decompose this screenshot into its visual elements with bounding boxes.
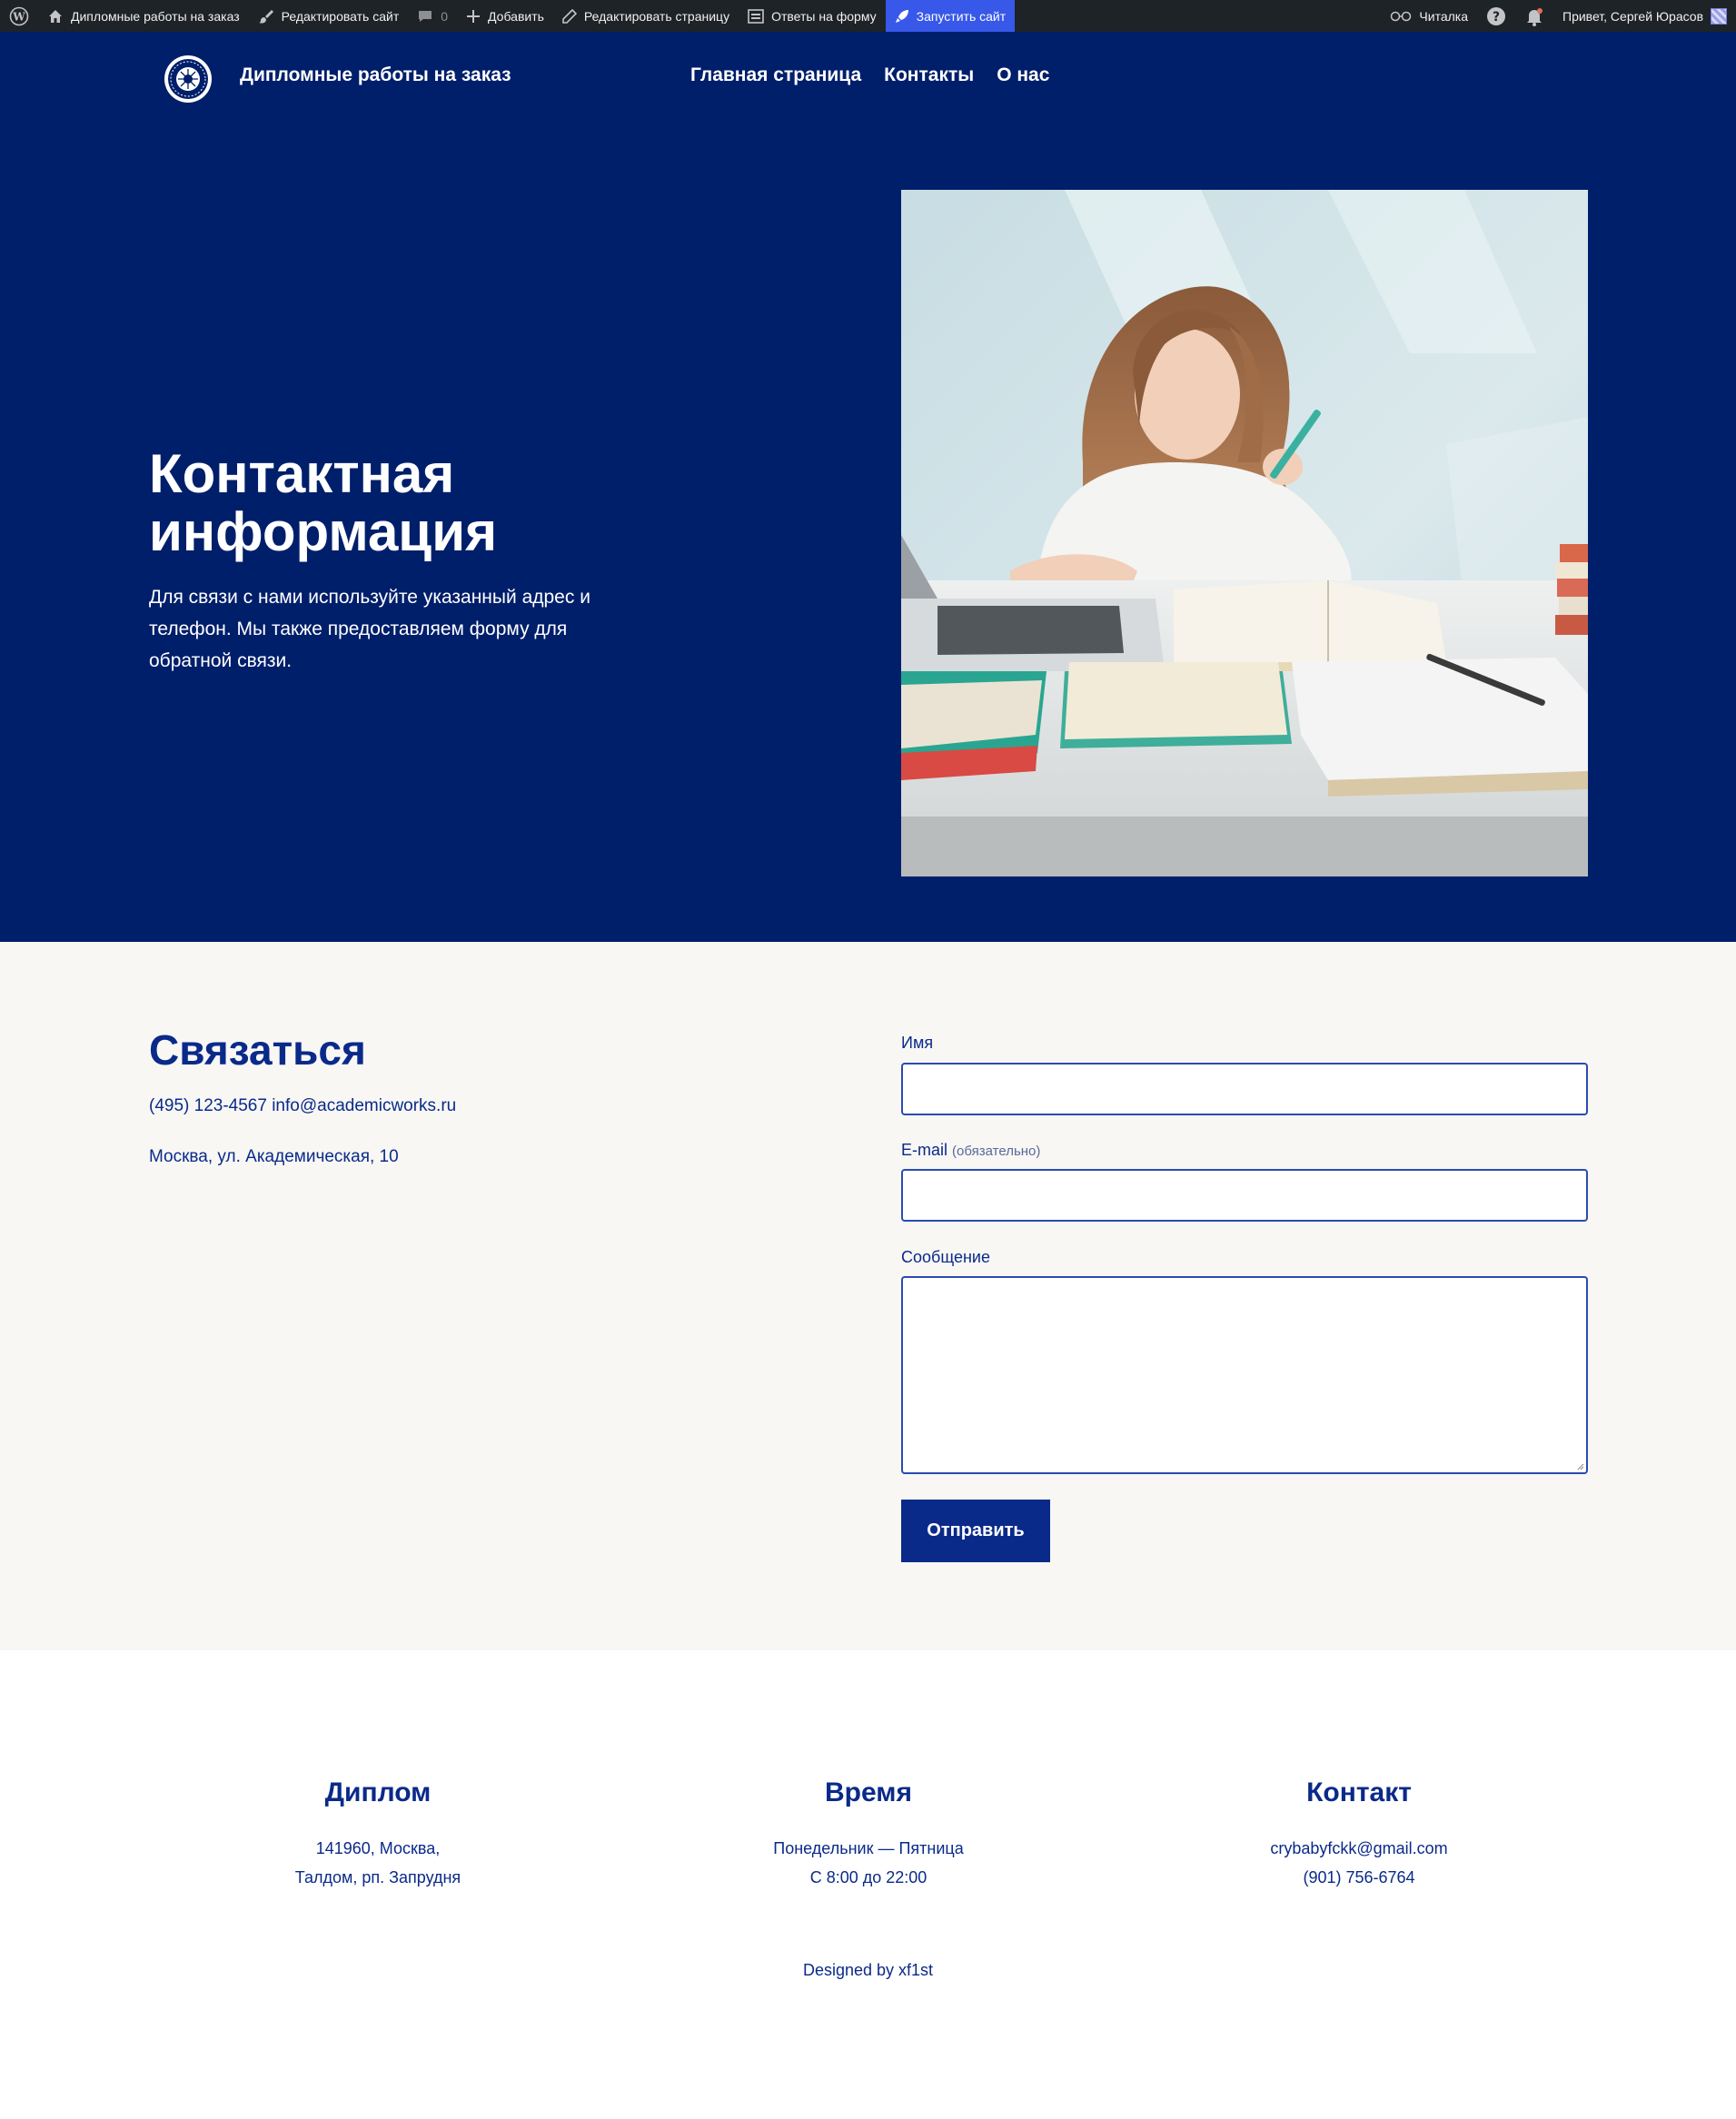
svg-text:W: W (12, 10, 25, 23)
footer-diploma-line2: Талдом, рп. Запрудня (294, 1868, 461, 1886)
footer-contact-email[interactable]: crybabyfckk@gmail.com (1132, 1834, 1586, 1863)
message-label: Сообщение (901, 1248, 990, 1266)
greeting-label: Привет, Сергей Юрасов (1562, 8, 1703, 24)
contact-phone-email: (495) 123-4567 info@academicworks.ru (149, 1096, 457, 1115)
glasses-icon (1391, 11, 1412, 21)
footer-time-line2: С 8:00 до 22:00 (809, 1868, 928, 1886)
hero-image (901, 190, 1588, 876)
comments-count: 0 (441, 8, 449, 24)
comment-icon (419, 10, 432, 22)
help-button[interactable]: ? (1477, 0, 1515, 32)
site-name-label: Дипломные работы на заказ (71, 8, 240, 24)
email-field[interactable] (901, 1169, 1588, 1222)
reader-label: Читалка (1419, 8, 1469, 24)
admin-bar-secondary: Читалка ? Привет, Сергей Юрасов (1381, 0, 1736, 32)
notifications-button[interactable] (1515, 0, 1553, 32)
edit-page-label: Редактировать страницу (583, 8, 730, 24)
form-responses-label: Ответы на форму (771, 8, 877, 24)
feedback-icon (748, 8, 764, 24)
footer-diploma-title: Диплом (324, 1777, 432, 1807)
contact-section: Связаться (495) 123-4567 info@academicwo… (0, 942, 1736, 1650)
form-responses-button[interactable]: Ответы на форму (739, 0, 886, 32)
svg-text:?: ? (1493, 10, 1500, 25)
nav-about[interactable]: О нас (997, 64, 1049, 86)
site-logo-icon[interactable] (164, 54, 213, 104)
contact-address: Москва, ул. Академическая, 10 (149, 1147, 399, 1166)
add-new-button[interactable]: Добавить (457, 0, 553, 32)
wordpress-logo-button[interactable]: W (0, 0, 38, 32)
footer-time-title: Время (825, 1777, 912, 1807)
pencil-icon (562, 8, 577, 24)
email-label: E-mail (901, 1141, 948, 1159)
nav-home[interactable]: Главная страница (690, 64, 861, 86)
hero-title: Контактная информация (149, 443, 498, 562)
account-menu[interactable]: Привет, Сергей Юрасов (1553, 0, 1736, 32)
footer-column-diploma: Диплом 141960, Москва, Талдом, рп. Запру… (151, 1777, 605, 1892)
home-icon (49, 9, 62, 23)
student-studying-illustration (901, 190, 1588, 876)
contact-heading: Связаться (149, 1026, 366, 1074)
brush-icon (258, 9, 273, 24)
email-label-wrapper: E-mail (обязательно) (901, 1141, 1040, 1160)
footer-time-line1: Понедельник — Пятница (773, 1839, 964, 1857)
site-title[interactable]: Дипломные работы на заказ (240, 64, 511, 86)
rocket-icon (895, 9, 908, 23)
add-new-label: Добавить (488, 8, 544, 24)
edit-page-button[interactable]: Редактировать страницу (553, 0, 739, 32)
bell-icon (1527, 7, 1543, 26)
edit-site-label: Редактировать сайт (281, 8, 400, 24)
edit-site-button[interactable]: Редактировать сайт (249, 0, 409, 32)
footer-credit: Designed by xf1st (802, 1961, 934, 1979)
resize-handle-icon[interactable] (1575, 1461, 1584, 1470)
footer-contact-title: Контакт (1306, 1777, 1412, 1807)
email-required-note: (обязательно) (952, 1144, 1041, 1159)
submit-button[interactable]: Отправить (901, 1500, 1050, 1562)
reader-button[interactable]: Читалка (1381, 0, 1477, 32)
help-icon: ? (1487, 6, 1506, 25)
footer-column-time: Время Понедельник — Пятница С 8:00 до 22… (641, 1777, 1096, 1892)
plus-icon (467, 9, 481, 23)
main-navigation: Главная страница Контакты О нас (690, 64, 1049, 86)
hero-section: Дипломные работы на заказ Главная страни… (0, 32, 1736, 942)
avatar (1711, 7, 1727, 25)
admin-bar: W Дипломные работы на заказ Редактироват… (0, 0, 1736, 32)
nav-contacts[interactable]: Контакты (884, 64, 974, 86)
name-field[interactable] (901, 1063, 1588, 1115)
wordpress-icon: W (9, 6, 29, 25)
footer-contact-phone[interactable]: (901) 756-6764 (1132, 1863, 1586, 1892)
footer-diploma-line1: 141960, Москва, (315, 1839, 441, 1857)
name-label: Имя (901, 1034, 934, 1052)
footer: Диплом 141960, Москва, Талдом, рп. Запру… (0, 1650, 1736, 2119)
launch-site-button[interactable]: Запустить сайт (885, 0, 1016, 32)
hero-text: Для связи с нами используйте указанный а… (149, 587, 590, 671)
comments-button[interactable]: 0 (408, 0, 457, 32)
site-name-menu[interactable]: Дипломные работы на заказ (38, 0, 249, 32)
message-textarea[interactable] (901, 1276, 1588, 1474)
launch-site-label: Запустить сайт (916, 8, 1007, 24)
footer-column-contact: Контакт crybabyfckk@gmail.com (901) 756-… (1132, 1777, 1586, 1892)
